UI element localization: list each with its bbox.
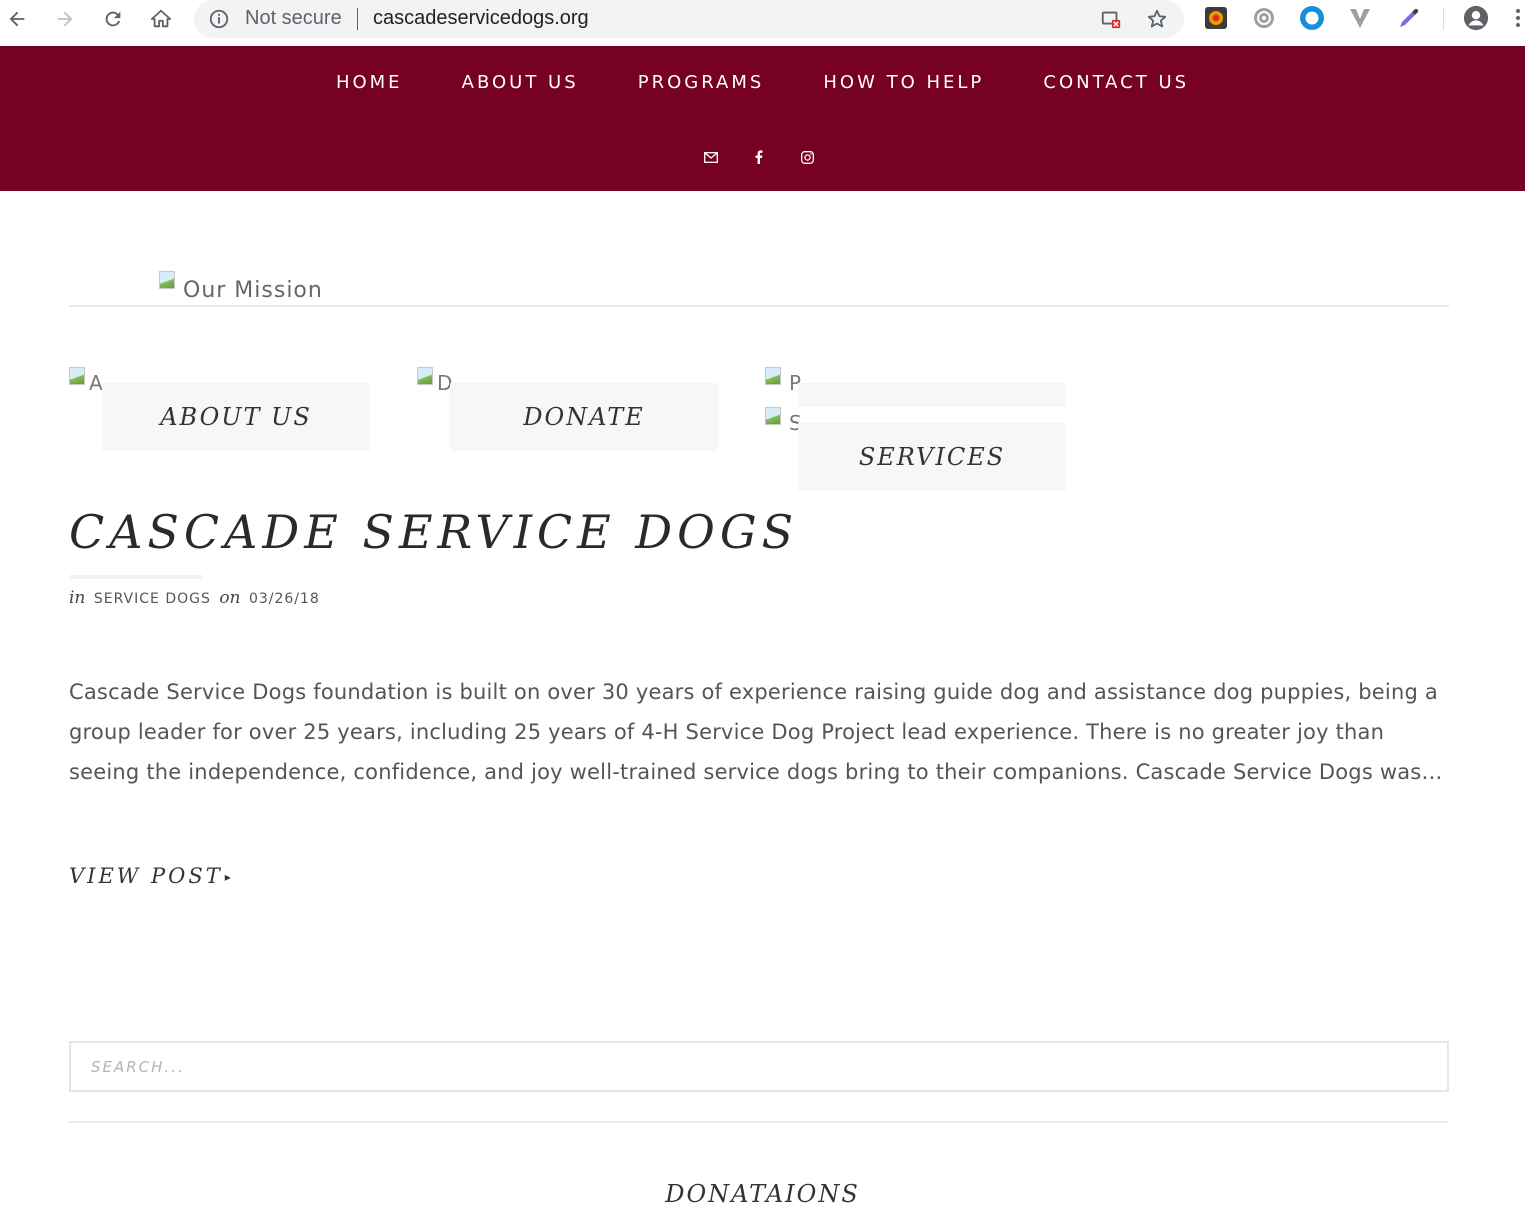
url-text[interactable]: cascadeservicedogs.org <box>373 7 589 30</box>
site-header: HOME ABOUT US PROGRAMS HOW TO HELP CONTA… <box>0 46 1525 191</box>
address-separator <box>357 8 358 30</box>
post-date: 03/26/18 <box>248 591 320 607</box>
extension-target-icon[interactable] <box>1203 5 1229 31</box>
back-icon[interactable] <box>2 4 32 34</box>
reload-icon[interactable] <box>98 4 128 34</box>
about-image-alt: A <box>89 371 103 395</box>
blocked-popup-icon[interactable] <box>1100 8 1122 30</box>
profile-avatar-icon[interactable] <box>1463 5 1489 31</box>
facebook-icon[interactable] <box>750 148 768 166</box>
forward-icon[interactable] <box>50 4 80 34</box>
home-icon[interactable] <box>146 4 176 34</box>
nav-item-contact-us[interactable]: CONTACT US <box>1043 72 1189 93</box>
donate-image-broken-icon <box>417 367 433 385</box>
donate-feature-button[interactable]: DONATE <box>450 383 718 451</box>
mission-image[interactable]: Our Mission <box>159 271 323 303</box>
search-input[interactable] <box>69 1041 1449 1092</box>
footer-divider <box>69 1121 1449 1123</box>
extension-v-icon[interactable] <box>1347 5 1373 31</box>
services-image-broken-icon <box>765 407 781 425</box>
extension-fingerprint-icon[interactable] <box>1251 5 1277 31</box>
mail-icon[interactable] <box>702 148 720 166</box>
about-us-feature-button[interactable]: ABOUT US <box>102 383 370 451</box>
nav-item-home[interactable]: HOME <box>336 72 403 93</box>
nav-item-programs[interactable]: PROGRAMS <box>638 72 765 93</box>
instagram-icon[interactable] <box>798 148 816 166</box>
meta-on-label: on <box>219 588 241 608</box>
program-feature-overlay[interactable] <box>798 383 1066 407</box>
donations-widget-title: DONATAIONS <box>665 1180 860 1208</box>
view-post-label: VIEW POST <box>69 864 223 888</box>
meta-in-label: in <box>69 588 86 608</box>
mission-alt-text: Our Mission <box>183 278 323 303</box>
post-title[interactable]: CASCADE SERVICE DOGS <box>69 505 798 559</box>
post-meta: in SERVICE DOGS on 03/26/18 <box>69 588 320 608</box>
main-navigation: HOME ABOUT US PROGRAMS HOW TO HELP CONTA… <box>0 72 1525 93</box>
info-icon[interactable] <box>208 8 230 30</box>
post-category-link[interactable]: SERVICE DOGS <box>94 591 211 607</box>
post-excerpt: Cascade Service Dogs foundation is built… <box>69 680 1443 784</box>
services-feature-button[interactable]: SERVICES <box>798 423 1066 491</box>
security-label: Not secure <box>245 7 342 29</box>
menu-dots-icon[interactable] <box>1512 5 1524 31</box>
extension-ring-icon[interactable] <box>1299 5 1325 31</box>
eyedropper-icon[interactable] <box>1396 5 1422 31</box>
browser-toolbar: Not secure cascadeservicedogs.org <box>0 0 1525 40</box>
view-post-link[interactable]: VIEW POST ▸ <box>69 864 234 888</box>
bookmark-star-icon[interactable] <box>1146 8 1168 30</box>
section-divider <box>69 305 1449 307</box>
arrow-right-icon: ▸ <box>224 870 234 884</box>
nav-item-how-to-help[interactable]: HOW TO HELP <box>823 72 984 93</box>
address-bar[interactable]: Not secure cascadeservicedogs.org <box>194 0 1184 38</box>
about-image-broken-icon <box>69 367 85 385</box>
nav-item-about-us[interactable]: ABOUT US <box>462 72 579 93</box>
toolbar-separator <box>1443 8 1444 30</box>
broken-image-icon <box>159 271 175 289</box>
program-image-broken-icon <box>765 367 781 385</box>
title-underline <box>69 575 203 579</box>
